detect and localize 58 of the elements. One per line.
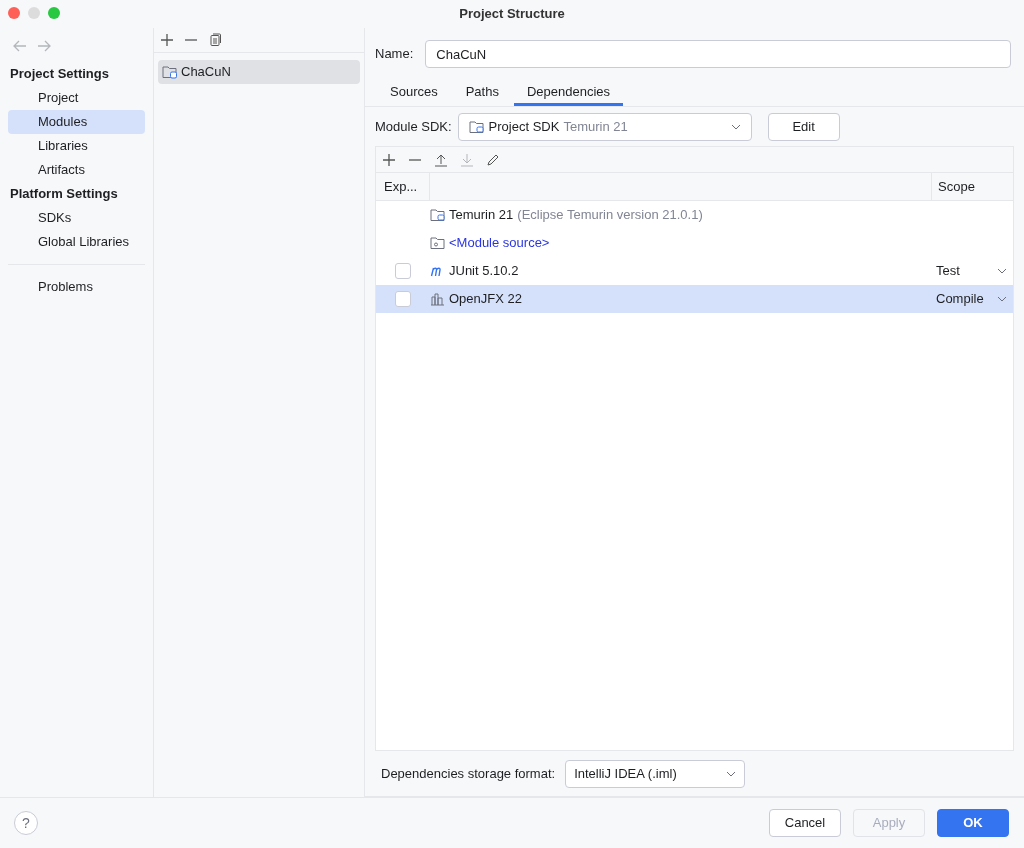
window-title: Project Structure <box>459 5 565 24</box>
sdk-folder-icon <box>468 120 485 134</box>
chevron-down-icon[interactable] <box>997 268 1007 274</box>
dependency-name: <Module source> <box>449 234 550 253</box>
section-header: Project Settings <box>9 65 110 84</box>
library-icon <box>430 292 446 306</box>
chevron-down-icon[interactable] <box>997 296 1007 302</box>
section-header: Platform Settings <box>9 185 119 204</box>
column-header[interactable]: Scope <box>932 173 1013 200</box>
scope-value[interactable]: Compile <box>936 289 984 309</box>
sidebar-item[interactable]: SDKs <box>8 206 145 230</box>
move-up-icon[interactable] <box>434 152 448 167</box>
tab[interactable]: Dependencies <box>513 80 624 106</box>
scope-value[interactable]: Test <box>936 261 960 281</box>
back-arrow-icon[interactable] <box>13 40 27 52</box>
table-row[interactable]: OpenJFX 22 Compile <box>376 285 1013 313</box>
storage-format-label: Dependencies storage format: <box>381 764 556 783</box>
sidebar-item[interactable]: Artifacts <box>8 158 145 182</box>
dialog-button[interactable]: OK <box>937 809 1009 837</box>
dialog-button[interactable]: Cancel <box>769 809 841 837</box>
add-icon[interactable] <box>160 33 174 47</box>
edit-button[interactable]: Edit <box>767 113 840 141</box>
chevron-down-icon <box>730 124 741 130</box>
add-icon[interactable] <box>382 152 396 167</box>
dependency-detail: (Eclipse Temurin version 21.0.1) <box>517 206 703 225</box>
column-header[interactable]: Exp... <box>376 173 430 200</box>
name-field[interactable]: ChaCuN <box>425 40 1011 68</box>
edit-pencil-icon[interactable] <box>486 152 500 167</box>
name-label: Name: <box>375 45 414 64</box>
module-sdk-dropdown[interactable]: Project SDK Temurin 21 <box>457 113 752 141</box>
sidebar-item[interactable]: Global Libraries <box>8 230 145 254</box>
folder-icon <box>430 236 446 250</box>
copy-icon[interactable] <box>208 33 222 47</box>
sidebar-item[interactable]: Problems <box>8 275 145 299</box>
table-row[interactable]: Temurin 21 (Eclipse Temurin version 21.0.1) <box>376 201 1013 229</box>
module-item[interactable]: ChaCuN <box>158 60 360 84</box>
dependency-name: Temurin 21 <box>449 206 514 225</box>
module-folder-icon <box>162 65 178 79</box>
module-sdk-label: Module SDK: <box>375 118 452 137</box>
checkbox[interactable] <box>395 263 411 279</box>
sdk-folder-icon <box>430 208 446 222</box>
table-row[interactable]: <Module source> <box>376 229 1013 257</box>
sidebar-item[interactable]: Libraries <box>8 134 145 158</box>
move-down-icon[interactable] <box>460 152 474 167</box>
table-row[interactable]: JUnit 5.10.2 Test <box>376 257 1013 285</box>
close-window-icon[interactable] <box>8 7 20 19</box>
tab[interactable]: Paths <box>452 80 512 106</box>
chevron-down-icon <box>726 770 737 777</box>
sidebar-item[interactable]: Modules <box>8 110 145 134</box>
tab[interactable]: Sources <box>377 80 451 106</box>
help-button[interactable]: ? <box>14 811 38 835</box>
zoom-window-icon[interactable] <box>48 7 60 19</box>
sidebar-item[interactable]: Project <box>8 86 145 110</box>
dependency-name: OpenJFX 22 <box>449 290 522 309</box>
forward-arrow-icon[interactable] <box>37 40 51 52</box>
checkbox[interactable] <box>395 291 411 307</box>
storage-format-dropdown[interactable]: IntelliJ IDEA (.iml) <box>565 759 746 788</box>
dependency-name: JUnit 5.10.2 <box>449 262 519 281</box>
